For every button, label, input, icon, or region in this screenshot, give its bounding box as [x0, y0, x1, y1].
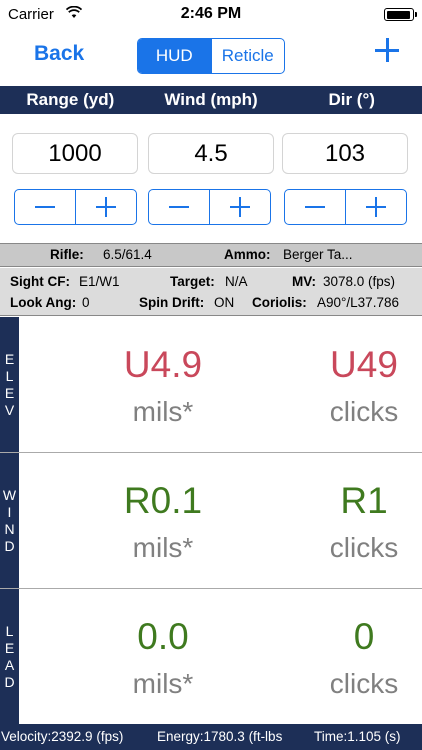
status-bar: Carrier 2:46 PM — [0, 0, 422, 30]
dir-stepper — [284, 189, 407, 225]
look-angle-value: 0 — [82, 295, 90, 310]
wind-mils-value: R0.1 — [123, 480, 203, 521]
sight-label: Sight CF: — [10, 274, 70, 289]
lead-label: LEAD — [0, 589, 19, 724]
plus-icon[interactable] — [372, 35, 402, 65]
sight-value: E1/W1 — [79, 274, 120, 289]
profile-bar[interactable]: Rifle: 6.5/61.4 Ammo: Berger Ta... — [0, 243, 422, 267]
spin-drift-value: ON — [214, 295, 235, 310]
footer-bar: Velocity:2392.9 (fps) Energy:1780.3 (ft-… — [0, 724, 422, 750]
ammo-value: Berger Ta... — [283, 247, 353, 262]
time-readout: Time:1.105 (s) — [314, 729, 401, 744]
range-plus-button[interactable] — [75, 190, 136, 224]
settings-bar: Sight CF: E1/W1 Target: N/A MV: 3078.0 (… — [0, 268, 422, 316]
wind-clicks-unit: clicks — [329, 532, 399, 563]
range-stepper — [14, 189, 137, 225]
wind-field[interactable]: 4.5 — [148, 133, 274, 174]
wind-header: Wind (mph) — [164, 90, 258, 109]
elevation-row: ELEV U4.9 mils* U49 clicks — [0, 317, 422, 453]
wind-clicks-value: R1 — [340, 480, 388, 521]
lead-clicks-value: 0 — [353, 616, 375, 657]
input-header: Range (yd) Wind (mph) Dir (°) — [0, 86, 422, 114]
back-button[interactable]: Back — [34, 42, 84, 66]
view-segmented-control: HUD Reticle — [137, 38, 285, 74]
wind-mils-unit: mils* — [132, 532, 194, 563]
elev-label: ELEV — [0, 317, 19, 452]
wind-label: WIND — [0, 453, 19, 588]
dir-header: Dir (°) — [328, 90, 375, 109]
wind-stepper — [148, 189, 271, 225]
nav-bar: Back HUD Reticle — [0, 30, 422, 86]
dir-field[interactable]: 103 — [282, 133, 408, 174]
range-field[interactable]: 1000 — [12, 133, 138, 174]
dir-minus-button[interactable] — [285, 190, 345, 224]
coriolis-label: Coriolis: — [252, 295, 307, 310]
elev-mils-unit: mils* — [132, 396, 194, 427]
lead-mils-unit: mils* — [132, 668, 194, 699]
battery-icon — [384, 8, 417, 21]
lead-clicks-unit: clicks — [329, 668, 399, 699]
lead-mils-value: 0.0 — [137, 616, 189, 657]
target-label: Target: — [170, 274, 215, 289]
rifle-value: 6.5/61.4 — [103, 247, 152, 262]
target-value: N/A — [225, 274, 248, 289]
mv-label: MV: — [292, 274, 317, 289]
ammo-label: Ammo: — [224, 247, 271, 262]
spin-drift-label: Spin Drift: — [139, 295, 205, 310]
tab-reticle[interactable]: Reticle — [210, 39, 285, 73]
rifle-label: Rifle: — [50, 247, 84, 262]
wind-plus-button[interactable] — [209, 190, 270, 224]
elev-clicks-value: U49 — [330, 344, 398, 385]
lead-row: LEAD 0.0 mils* 0 clicks — [0, 589, 422, 724]
wind-minus-button[interactable] — [149, 190, 209, 224]
range-minus-button[interactable] — [15, 190, 75, 224]
tab-hud[interactable]: HUD — [138, 39, 211, 73]
velocity-readout: Velocity:2392.9 (fps) — [1, 729, 124, 744]
mv-value: 3078.0 (fps) — [323, 274, 396, 289]
range-header: Range (yd) — [26, 90, 115, 109]
elev-mils-value: U4.9 — [123, 344, 203, 385]
windage-row: WIND R0.1 mils* R1 clicks — [0, 453, 422, 589]
energy-readout: Energy:1780.3 (ft-lbs — [157, 729, 283, 744]
dir-plus-button[interactable] — [345, 190, 406, 224]
clock: 2:46 PM — [180, 5, 242, 22]
look-angle-label: Look Ang: — [10, 295, 77, 310]
elev-clicks-unit: clicks — [329, 396, 399, 427]
coriolis-value: A90°/L37.786 — [317, 295, 399, 310]
